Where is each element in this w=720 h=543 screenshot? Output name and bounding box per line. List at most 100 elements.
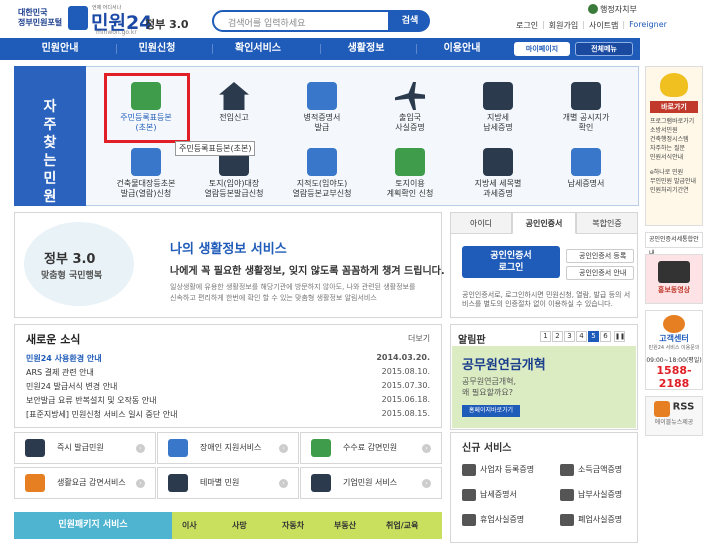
frequent-services-title: 자주 찾는 민원 [43, 99, 57, 205]
service-building-register[interactable]: 건축물대장등초본 발급(열람)신청 [108, 142, 184, 202]
tab-cert-login[interactable]: 공인인증서 [512, 212, 576, 234]
cert-register-link[interactable]: 공인인증서 등록 [566, 249, 634, 263]
search-input[interactable]: 검색어를 입력하세요 [212, 10, 390, 32]
cert-login-button[interactable]: 공인인증서 로그인 [462, 246, 560, 278]
tab-combined-login[interactable]: 복합인증 [576, 212, 638, 234]
all-menu-button[interactable]: 전체메뉴 [575, 42, 633, 56]
service-disability-support[interactable]: 장애인 지원서비스 › [157, 432, 299, 464]
mascot-icon [660, 73, 688, 97]
service-utility-discount[interactable]: 생활요금 감면서비스 › [14, 467, 156, 499]
portal-logo-text[interactable]: 대한민국 정부민원포털 [18, 8, 66, 28]
board-page-4[interactable]: 4 [576, 331, 587, 342]
news-text: 보안발급 요류 반복설치 및 오작동 안내 [26, 396, 157, 405]
news-item[interactable]: 민원24 사용환경 안내 2014.03.20. [26, 353, 438, 364]
tab-id-login[interactable]: 아이디 [450, 212, 512, 234]
board-headline: 공무원연금개혁 [462, 358, 546, 373]
nav-item-check-service[interactable]: 확인서비스 [218, 38, 298, 60]
rail-link[interactable]: e하나로 민원 [650, 168, 702, 177]
customer-center-title: 고객센터 [659, 334, 689, 343]
news-text: ARS 결제 관련 안내 [26, 368, 94, 377]
signup-link[interactable]: 회원가입 [549, 20, 578, 31]
nav-item-minwon-info[interactable]: 민원안내 [20, 38, 100, 60]
new-service-label: 휴업사실증명 [480, 515, 525, 524]
news-item[interactable]: 보안발급 요류 반복설치 및 오작동 안내 2015.06.18. [26, 395, 438, 406]
rss-sub: 에이블뉴스제공 [654, 419, 694, 426]
news-item[interactable]: ARS 결제 관련 안내 2015.08.10. [26, 367, 438, 378]
package-item-death[interactable]: 사망 [232, 512, 247, 539]
homepage-button[interactable]: 홈페이지바로가기 [462, 405, 520, 417]
rail-link[interactable]: 민원서식안내 [650, 153, 702, 162]
minwon24-logo-icon[interactable] [68, 6, 88, 30]
rss-box[interactable]: RSS 에이블뉴스제공 [645, 396, 703, 436]
new-service-income-amount[interactable]: 소득금액증명 [560, 464, 622, 476]
rail-link[interactable]: 자주하는 질문 [650, 144, 702, 153]
service-fee-reduction[interactable]: 수수료 감면민원 › [300, 432, 442, 464]
service-tax-certificate[interactable]: 납세증명서 [548, 142, 624, 202]
rail-link[interactable]: 무인민원 발급안내 [650, 177, 702, 186]
banner-title: 나의 생활정보 서비스 [170, 242, 287, 257]
package-item-vehicle[interactable]: 자동차 [282, 512, 304, 539]
service-land-use-plan[interactable]: 토지이용 계획확인 신청 [372, 142, 448, 202]
lightbulb-icon [25, 474, 45, 492]
service-cadastral-map[interactable]: 지적도(임야도) 열람등본교부신청 [284, 142, 360, 202]
new-service-payment-fact[interactable]: 납부사실증명 [560, 489, 622, 501]
service-theme-minwon[interactable]: 테마별 민원 › [157, 467, 299, 499]
document-icon [560, 464, 574, 476]
arrow-icon: › [279, 444, 288, 453]
rail-link[interactable]: 민원처리기간연 [650, 186, 702, 195]
service-label: 전입신고 [219, 113, 249, 122]
board-page-6[interactable]: 6 [600, 331, 611, 342]
nav-item-life-info[interactable]: 생활정보 [326, 38, 406, 60]
cert-guide-link[interactable]: 공인인증서 안내 [566, 266, 634, 280]
service-business-minwon[interactable]: 기업민원 서비스 › [300, 467, 442, 499]
right-rail: 바로가기 프로그램바로가기 소방서민원 건축행정시스템 자주하는 질문 민원서식… [645, 66, 717, 543]
package-item-moving[interactable]: 이사 [182, 512, 197, 539]
promo-video-box[interactable]: 홍보동영상 [645, 254, 703, 304]
mypage-button[interactable]: 마이페이지 [514, 42, 570, 56]
search-button[interactable]: 검색 [390, 10, 430, 32]
login-link[interactable]: 로그인 [516, 20, 538, 31]
service-move-in-report[interactable]: 전입신고 [196, 76, 272, 136]
service-local-tax-payment[interactable]: 지방세 납세증명 [460, 76, 536, 136]
board-page-5[interactable]: 5 [588, 331, 599, 342]
board-pause-icon[interactable]: ❚❚ [614, 331, 625, 342]
news-date: 2014.03.20. [376, 353, 430, 362]
cert-guide-link[interactable]: 공인인증서세통합안내 [645, 232, 703, 257]
rail-link[interactable]: 건축행정시스템 [650, 135, 702, 144]
new-service-suspension-fact[interactable]: 휴업사실증명 [462, 514, 524, 526]
board-page-2[interactable]: 2 [552, 331, 563, 342]
nav-item-minwon-apply[interactable]: 민원신청 [122, 38, 192, 60]
new-service-business-registration[interactable]: 사업자 등록증명 [462, 464, 534, 476]
service-immigration-record[interactable]: 출입국 사실증명 [372, 76, 448, 136]
nav-item-usage-guide[interactable]: 이용안내 [422, 38, 502, 60]
news-more-link[interactable]: 더보기 [408, 333, 430, 344]
news-item[interactable]: 민원24 발급서식 변경 안내 2015.07.30. [26, 381, 438, 392]
package-item-employment[interactable]: 취업/교육 [386, 512, 418, 539]
board-page-1[interactable]: 1 [540, 331, 551, 342]
banner-slogan: 맞춤형 국민행복 [41, 271, 103, 281]
arrow-icon: › [136, 444, 145, 453]
foreigner-link[interactable]: Foreigner [629, 20, 667, 31]
promo-video-label: 홍보동영상 [657, 286, 691, 294]
quick-links-box: 바로가기 프로그램바로가기 소방서민원 건축행정시스템 자주하는 질문 민원서식… [645, 66, 703, 226]
board-page-3[interactable]: 3 [564, 331, 575, 342]
service-instant-issue[interactable]: 즉시 발급민원 › [14, 432, 156, 464]
service-military-record[interactable]: 병적증명서 발급 [284, 76, 360, 136]
service-tax-by-item[interactable]: 지방세 세목별 과세증명 [460, 142, 536, 202]
new-service-tax-certificate[interactable]: 납세증명서 [462, 489, 517, 501]
news-item[interactable]: [표준지방세] 민원신청 서비스 일시 중단 안내 2015.08.15. [26, 409, 438, 420]
rail-link[interactable]: 소방서민원 [650, 126, 702, 135]
sitemap-link[interactable]: 사이트맵 [589, 20, 618, 31]
brand-domain: minwon.go.kr [96, 29, 137, 36]
ministry-name[interactable]: 행정자치부 [600, 4, 637, 15]
login-button-line1: 공인인증서 [490, 251, 532, 261]
news-title: 새로운 소식 [26, 333, 81, 346]
new-service-closure-fact[interactable]: 폐업사실증명 [560, 514, 622, 526]
banner-description: 일상생활에 유용한 생활정보를 해당기관에 방문하지 않아도, 나와 관련된 생… [170, 283, 416, 291]
service-label: 토지이용 계획확인 신청 [386, 179, 434, 198]
service-land-price[interactable]: 개별 공시지가 확인 [548, 76, 624, 136]
printer-icon [25, 439, 45, 457]
airplane-icon [395, 82, 425, 110]
rail-link[interactable]: 프로그램바로가기 [650, 117, 702, 126]
package-item-realestate[interactable]: 부동산 [334, 512, 356, 539]
